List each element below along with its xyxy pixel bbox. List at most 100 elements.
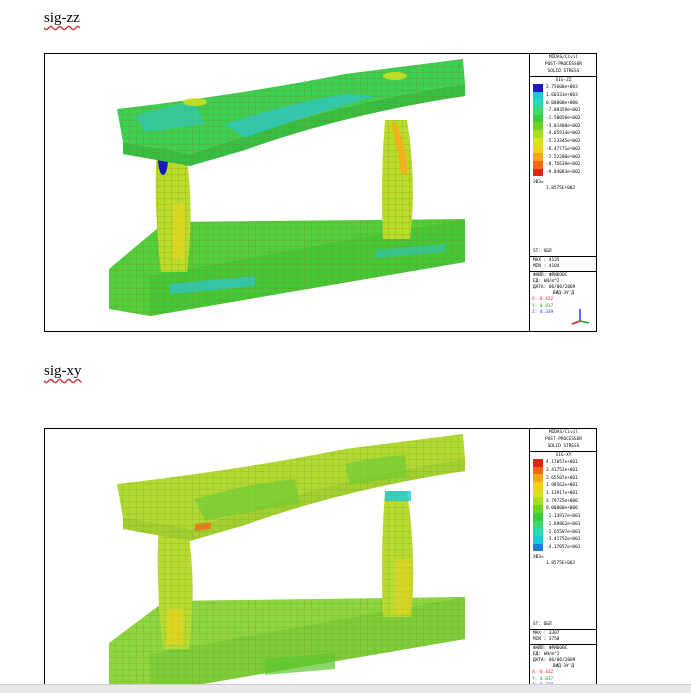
legend-row: 1.98562e+001 (533, 482, 596, 490)
legend-row: -7.52200e+002 (533, 153, 596, 161)
stress-figure-sig-xy: MIDAS/Civil POST-PROCESSOR SOLID STRESS … (44, 428, 597, 692)
legend-color-swatch (533, 84, 543, 92)
legend-value-label: -4.17057e+001 (546, 544, 581, 550)
legend-row: 3.79725e+000 (533, 497, 596, 506)
panel-header-line: SOLID STRESS (547, 69, 580, 74)
legend-row: -1.50050e+002 (533, 114, 596, 123)
legend-value-label: -1.89862e+001 (546, 521, 581, 527)
legend-row: 1.60331e+003 (533, 91, 596, 100)
legend-value-label: 1.13917e+001 (546, 491, 578, 497)
min-label: MIN : 4104 (533, 264, 560, 269)
legend-value-label: 0.00000e+000 (546, 100, 578, 106)
result-legend-panel: MIDAS/Civil POST-PROCESSOR SOLID STRESS … (529, 429, 596, 692)
legend-color-swatch (533, 489, 543, 498)
legend-color-swatch (533, 168, 543, 177)
panel-header-line: POST-PROCESSOR (544, 437, 582, 442)
legend-row: -5.23345e+002 (533, 137, 596, 146)
fem-model-render (109, 59, 465, 316)
legend-color-swatch (533, 137, 543, 146)
legend-color-swatch (533, 466, 543, 475)
legend-row: -1.89862e+001 (533, 520, 596, 529)
right-column (381, 491, 414, 617)
legend-row: 0.00000e+000 (533, 99, 596, 108)
panel-header-line: POST-PROCESSOR (544, 62, 582, 67)
legend-color-swatch (533, 99, 543, 108)
result-legend-panel: MIDAS/Civil POST-PROCESSOR SOLID STRESS … (529, 54, 596, 331)
legend-value-label: -3.01488e+002 (546, 123, 581, 129)
panel-header-line: MIDAS/Civil (548, 55, 579, 60)
scale-factor-value: 3.8575E+003 (546, 561, 576, 567)
color-legend: 2.75600e+003 1.60331e+003 0.00000e+000 -7.0… (533, 84, 596, 177)
legend-color-swatch (533, 497, 543, 506)
legend-row: 0.00000e+000 (533, 505, 596, 513)
legend-color-swatch (533, 535, 543, 544)
legend-row: -8.75639e+002 (533, 160, 596, 169)
legend-color-swatch (533, 512, 543, 521)
legend-row: -2.65507e+001 (533, 528, 596, 536)
legend-color-swatch (533, 130, 543, 138)
legend-row: -7.00359e+001 (533, 107, 596, 115)
panel-header-line: SOLID STRESS (547, 444, 580, 449)
legend-row: 4.17057e+001 (533, 459, 596, 467)
legend-color-swatch (533, 459, 543, 467)
figure-heading-sig-zz: sig-zz (44, 10, 80, 26)
panel-header-line: MIDAS/Civil (548, 430, 579, 435)
legend-value-label: 2.65507e+001 (546, 475, 578, 481)
legend-row: -4.17057e+001 (533, 543, 596, 552)
legend-row: -3.41752e+001 (533, 535, 596, 544)
left-column (157, 524, 193, 649)
legend-color-swatch (533, 114, 543, 123)
legend-row: 3.41752e+001 (533, 466, 596, 475)
legend-value-label: 3.79725e+000 (546, 498, 578, 504)
color-legend: 4.17057e+001 3.41752e+001 2.65507e+001 1.98… (533, 459, 596, 552)
stage-label: ST: ОБЛ (533, 249, 552, 254)
legend-value-label: -1.50050e+002 (546, 116, 581, 122)
top-beam (117, 434, 465, 541)
legend-value-label: -8.75639e+002 (546, 162, 581, 168)
legend-value-label: -4.05914e+002 (546, 131, 581, 137)
scale-factor-value: 3.8575E+003 (546, 186, 576, 192)
legend-color-swatch (533, 107, 543, 115)
figure-heading-sig-xy: sig-xy (44, 363, 82, 379)
legend-value-label: -5.23345e+002 (546, 139, 581, 145)
legend-row: 2.75600e+003 (533, 84, 596, 92)
min-label: MIN : 3758 (533, 637, 560, 642)
legend-color-swatch (533, 543, 543, 552)
legend-value-label: 0.00000e+000 (546, 506, 578, 512)
legend-row: -3.01488e+002 (533, 122, 596, 131)
right-column (381, 120, 413, 239)
top-beam (117, 59, 465, 166)
legend-row: 1.13917e+001 (533, 489, 596, 498)
legend-value-label: -6.47771e+002 (546, 146, 581, 152)
legend-value-label: -9.84083e+002 (546, 169, 581, 175)
legend-color-swatch (533, 145, 543, 154)
legend-value-label: 1.60331e+003 (546, 93, 578, 99)
fem-model-render (109, 434, 465, 692)
legend-value-label: -7.00359e+001 (546, 108, 581, 114)
legend-value-label: 2.75600e+003 (546, 85, 578, 91)
legend-color-swatch (533, 474, 543, 483)
legend-row: -1.13917e+001 (533, 512, 596, 521)
legend-color-swatch (533, 91, 543, 100)
legend-row: -9.84083e+002 (533, 168, 596, 177)
legend-row: 2.65507e+001 (533, 474, 596, 483)
legend-value-label: -7.52200e+002 (546, 154, 581, 160)
axis-triad-icon (571, 309, 590, 325)
legend-color-swatch (533, 153, 543, 161)
legend-row: -6.47771e+002 (533, 145, 596, 154)
legend-color-swatch (533, 160, 543, 169)
legend-value-label: -1.13917e+001 (546, 514, 581, 520)
legend-value-label: 3.41752e+001 (546, 468, 578, 474)
legend-value-label: 1.98562e+001 (546, 483, 578, 489)
legend-value-label: 4.17057e+001 (546, 460, 578, 466)
stage-label: ST: ОБЛ (533, 622, 552, 627)
legend-color-swatch (533, 520, 543, 529)
legend-color-swatch (533, 482, 543, 490)
legend-color-swatch (533, 505, 543, 513)
legend-value-label: -2.65507e+001 (546, 529, 581, 535)
stress-figure-sig-zz: MIDAS/Civil POST-PROCESSOR SOLID STRESS … (44, 53, 597, 332)
legend-value-label: -3.41752e+001 (546, 537, 581, 543)
legend-color-swatch (533, 122, 543, 131)
legend-row: -4.05914e+002 (533, 130, 596, 138)
legend-color-swatch (533, 528, 543, 536)
